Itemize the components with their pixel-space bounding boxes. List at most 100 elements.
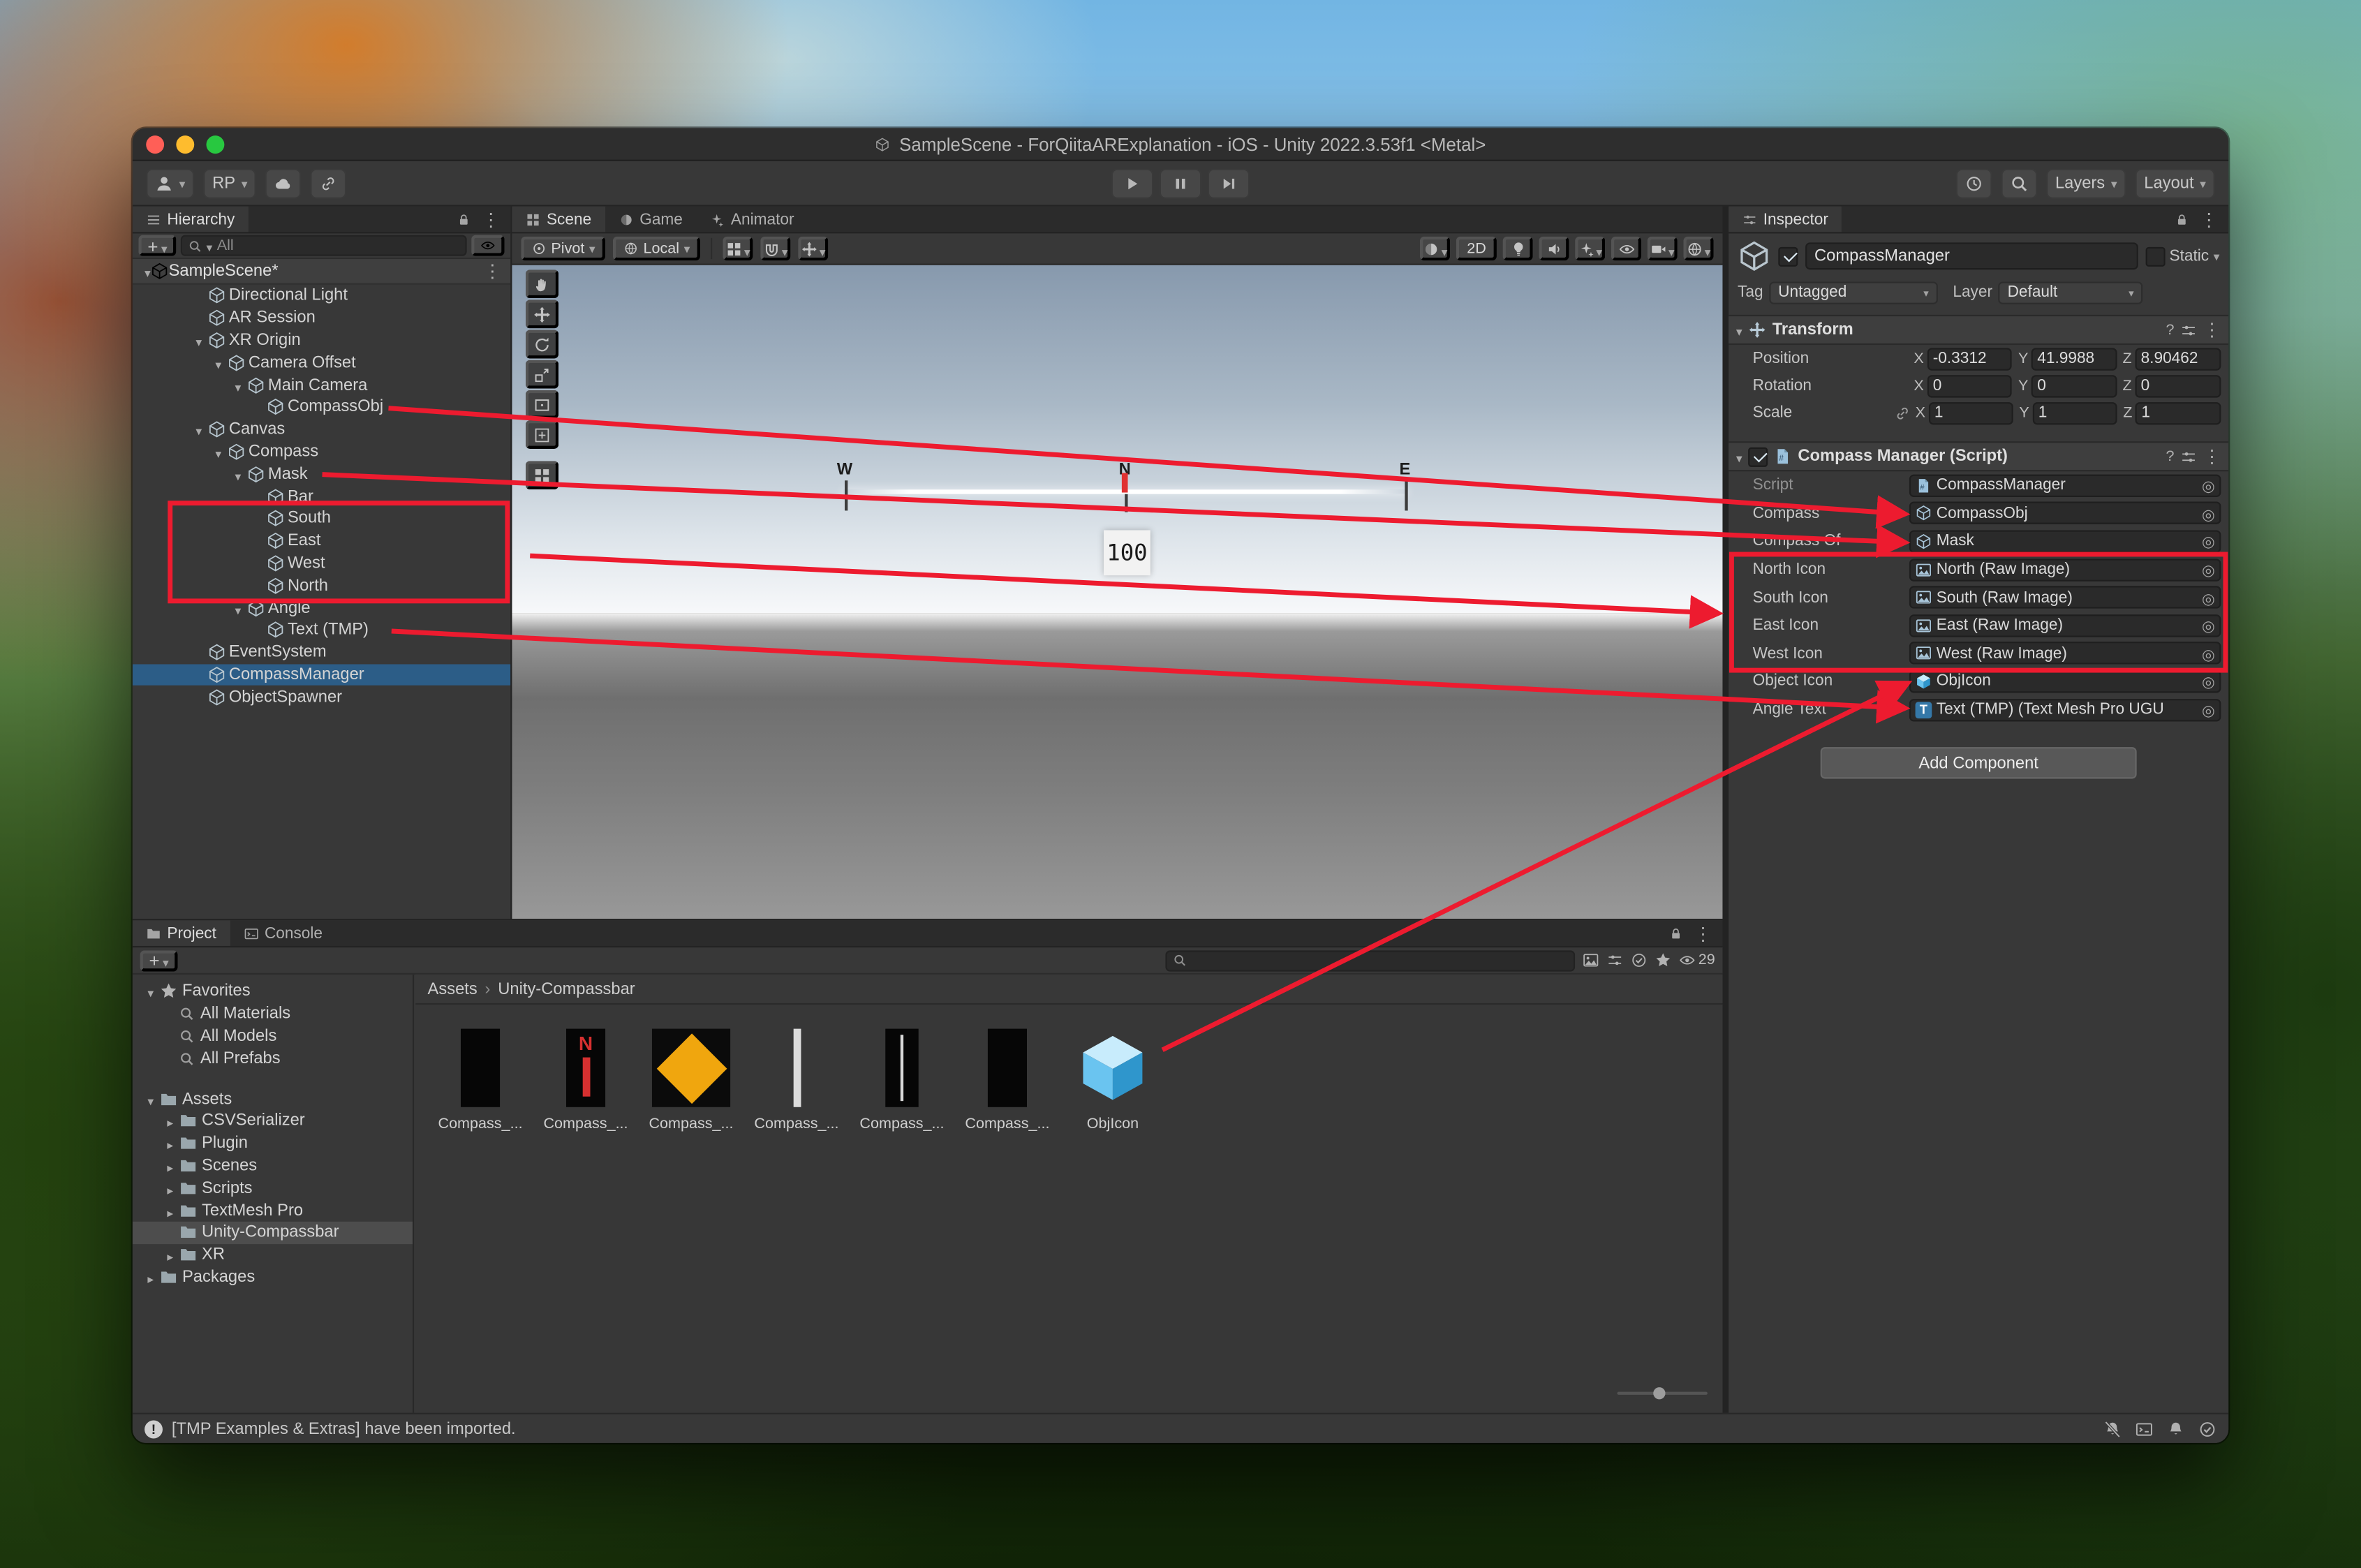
hierarchy-item-directional-light[interactable]: Directional Light <box>133 285 510 307</box>
favorite-all-models[interactable]: All Models <box>133 1025 413 1047</box>
search-save-button[interactable] <box>1631 952 1648 969</box>
expand-arrow-icon[interactable] <box>161 1241 179 1269</box>
hierarchy-item-camera-offset[interactable]: Camera Offset <box>133 352 510 374</box>
object-picker-icon[interactable] <box>2202 584 2215 611</box>
move-tool-button[interactable] <box>525 299 559 329</box>
scene-lighting-toggle[interactable] <box>1502 236 1533 261</box>
tab-game[interactable]: Game <box>605 207 697 232</box>
transform-tool-button[interactable] <box>525 420 559 449</box>
expand-arrow-icon[interactable] <box>190 416 208 443</box>
breadcrumb-unity-compassbar[interactable]: Unity-Compassbar <box>498 979 635 998</box>
notifications-muted-icon[interactable] <box>2103 1419 2122 1437</box>
hierarchy-item-south[interactable]: South <box>133 508 510 530</box>
expand-arrow-icon[interactable] <box>229 461 247 488</box>
folder-scenes[interactable]: Scenes <box>133 1155 413 1177</box>
shading-mode-button[interactable] <box>1420 236 1451 261</box>
tab-project[interactable]: Project <box>132 920 230 946</box>
asset-compass-6[interactable]: Compass_... <box>954 1026 1060 1132</box>
hierarchy-search-input[interactable]: All <box>180 235 467 256</box>
hierarchy-item-canvas[interactable]: Canvas <box>133 418 510 441</box>
hierarchy-item-north[interactable]: North <box>133 575 510 597</box>
asset-compass-5[interactable]: Compass_... <box>849 1026 954 1132</box>
expand-arrow-icon[interactable] <box>209 438 228 466</box>
hierarchy-item-compassobj[interactable]: CompassObj <box>133 396 510 418</box>
close-window-button[interactable] <box>146 135 165 154</box>
script-object-field[interactable]: CompassManager <box>1909 472 2221 499</box>
favorites-star-button[interactable] <box>1655 952 1671 969</box>
expand-arrow-icon[interactable] <box>229 371 247 399</box>
minimize-window-button[interactable] <box>176 135 195 154</box>
folder-xr[interactable]: XR <box>133 1244 413 1266</box>
expand-arrow-icon[interactable] <box>161 1197 179 1224</box>
object-picker-icon[interactable] <box>2202 500 2215 527</box>
position-z-input[interactable]: 8.90462 <box>2134 347 2221 370</box>
expand-arrow-icon[interactable] <box>142 978 160 1005</box>
more-menu-icon[interactable] <box>483 258 501 285</box>
hierarchy-item-ar-session[interactable]: AR Session <box>133 307 510 330</box>
active-checkbox[interactable] <box>1778 246 1798 266</box>
expand-arrow-icon[interactable] <box>145 258 151 285</box>
packages-section[interactable]: Packages <box>133 1266 413 1289</box>
favorites-section[interactable]: Favorites <box>133 981 413 1003</box>
collab-button[interactable] <box>310 168 347 198</box>
step-button[interactable] <box>1207 168 1250 198</box>
static-checkbox[interactable] <box>2145 246 2166 266</box>
object-picker-icon[interactable] <box>2202 640 2215 667</box>
breadcrumb-assets[interactable]: Assets <box>428 979 478 998</box>
grid-snap-button[interactable] <box>723 236 753 261</box>
compass-manager-component-header[interactable]: Compass Manager (Script) ? <box>1729 441 2229 472</box>
compass-object-field[interactable]: CompassObj <box>1909 500 2221 527</box>
folder-csvserializer[interactable]: CSVSerializer <box>133 1110 413 1132</box>
compass-of-object-field[interactable]: Mask <box>1909 528 2221 555</box>
pivot-toggle[interactable]: Pivot <box>521 236 606 261</box>
chevron-down-icon[interactable] <box>2214 247 2220 265</box>
folder-unity-compassbar[interactable]: Unity-Compassbar <box>132 1221 413 1244</box>
scale-y-input[interactable]: 1 <box>2032 401 2117 424</box>
object-picker-icon[interactable] <box>2202 528 2215 555</box>
cloud-button[interactable] <box>265 168 302 198</box>
scene-viewport[interactable]: W N E 100 <box>512 265 1723 919</box>
lock-icon[interactable] <box>1668 926 1684 941</box>
layout-dropdown[interactable]: Layout <box>2135 168 2215 198</box>
handle-rotation-toggle[interactable]: Local <box>613 236 701 261</box>
hierarchy-item-xr-origin[interactable]: XR Origin <box>133 330 510 352</box>
rotation-x-input[interactable]: 0 <box>1927 374 2013 397</box>
west-icon-object-field[interactable]: West (Raw Image) <box>1909 642 2221 665</box>
tab-scene[interactable]: Scene <box>512 206 605 232</box>
south-icon-object-field[interactable]: South (Raw Image) <box>1909 586 2221 609</box>
tag-dropdown[interactable]: Untagged <box>1769 281 1938 304</box>
layer-dropdown[interactable]: Default <box>1998 281 2143 304</box>
tab-inspector[interactable]: Inspector <box>1729 206 1842 232</box>
favorite-all-prefabs[interactable]: All Prefabs <box>133 1047 413 1070</box>
asset-compass-north-marker[interactable]: N Compass_... <box>533 1026 639 1132</box>
2d-toggle[interactable]: 2D <box>1456 236 1497 261</box>
pause-button[interactable] <box>1159 168 1202 198</box>
asset-compass-1[interactable]: Compass_... <box>428 1026 533 1132</box>
hierarchy-item-west[interactable]: West <box>133 552 510 575</box>
favorite-all-materials[interactable]: All Materials <box>133 1003 413 1025</box>
asset-compass-tick[interactable]: Compass_... <box>744 1026 850 1132</box>
project-search-input[interactable] <box>1165 949 1575 971</box>
expand-arrow-icon[interactable] <box>142 1264 160 1291</box>
assets-root-folder[interactable]: Assets <box>133 1088 413 1110</box>
folder-plugin[interactable]: Plugin <box>133 1132 413 1155</box>
lock-icon[interactable] <box>2175 212 2190 227</box>
camera-settings-button[interactable] <box>1647 236 1678 261</box>
east-icon-object-field[interactable]: East (Raw Image) <box>1909 614 2221 637</box>
transform-component-header[interactable]: Transform ? <box>1729 314 2229 346</box>
console-icon[interactable] <box>2135 1419 2153 1437</box>
north-icon-object-field[interactable]: North (Raw Image) <box>1909 558 2221 581</box>
presets-icon[interactable] <box>2180 448 2197 465</box>
object-picker-icon[interactable] <box>2202 472 2215 499</box>
more-menu-icon[interactable] <box>482 207 500 233</box>
expand-arrow-icon[interactable] <box>209 349 228 376</box>
window-titlebar[interactable]: SampleScene - ForQiitaARExplanation - iO… <box>132 128 2229 161</box>
scene-audio-toggle[interactable] <box>1539 236 1569 261</box>
hierarchy-item-compassmanager[interactable]: CompassManager <box>132 663 511 686</box>
search-by-type-button[interactable] <box>1583 952 1599 969</box>
account-button[interactable] <box>146 168 195 198</box>
add-component-button[interactable]: Add Component <box>1820 747 2137 780</box>
play-button[interactable] <box>1111 168 1154 198</box>
expand-arrow-icon[interactable] <box>142 1086 160 1113</box>
hierarchy-item-east[interactable]: East <box>133 530 510 552</box>
